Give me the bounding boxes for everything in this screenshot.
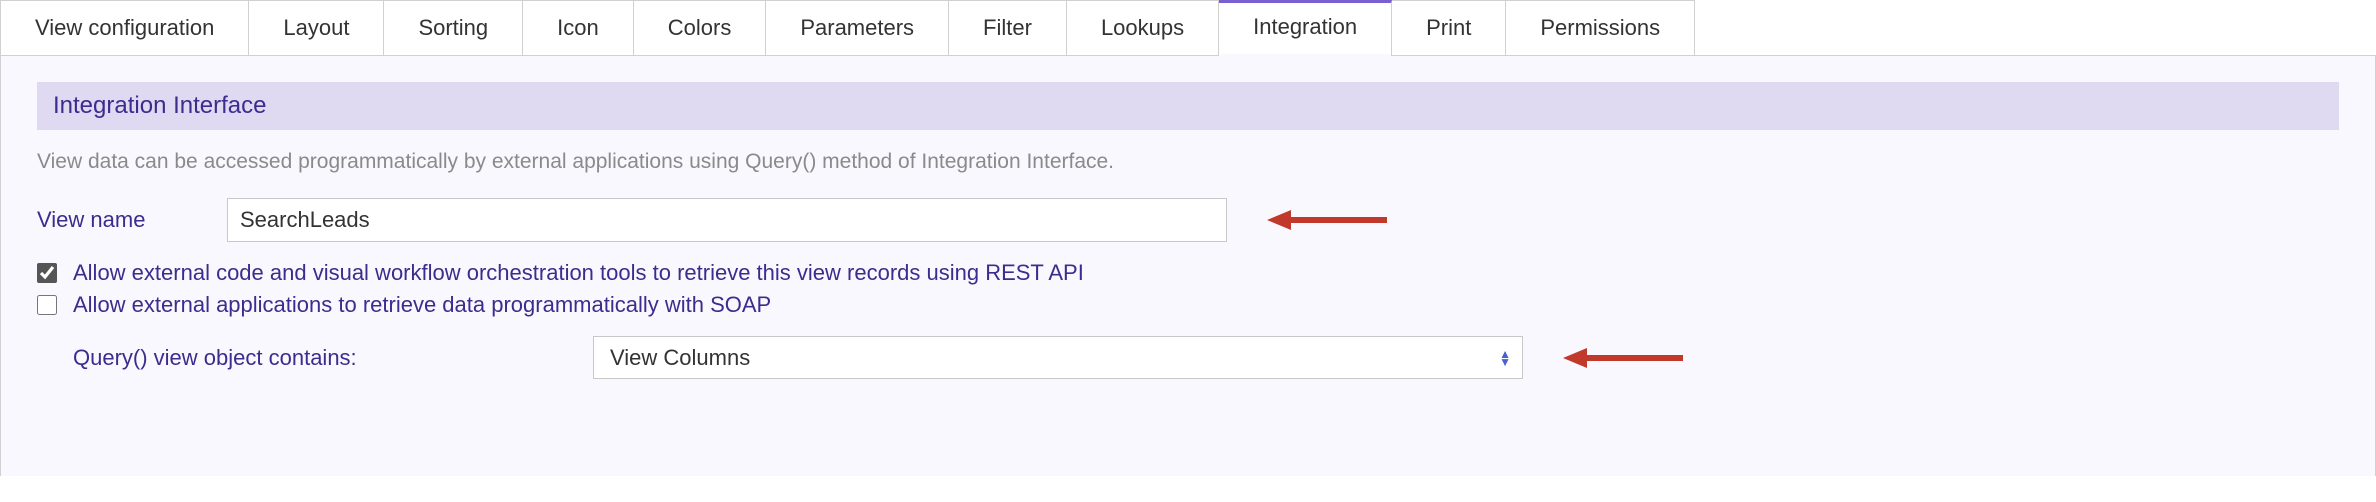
view-name-input[interactable] <box>227 198 1227 242</box>
view-name-row: View name <box>37 198 2339 242</box>
query-select-wrap: View Columns ▲▼ <box>593 336 1523 379</box>
tab-colors[interactable]: Colors <box>634 0 767 55</box>
checkbox-soap-row: Allow external applications to retrieve … <box>37 292 2339 318</box>
tab-sorting[interactable]: Sorting <box>384 0 523 55</box>
tab-view-configuration[interactable]: View configuration <box>0 0 249 55</box>
tab-icon[interactable]: Icon <box>523 0 634 55</box>
tab-parameters[interactable]: Parameters <box>766 0 949 55</box>
tab-integration[interactable]: Integration <box>1219 0 1392 55</box>
tab-permissions[interactable]: Permissions <box>1506 0 1695 55</box>
checkbox-rest-label: Allow external code and visual workflow … <box>73 260 1084 286</box>
tab-print[interactable]: Print <box>1392 0 1506 55</box>
section-header: Integration Interface <box>37 82 2339 130</box>
query-label: Query() view object contains: <box>73 345 593 371</box>
tab-lookups[interactable]: Lookups <box>1067 0 1219 55</box>
integration-panel: Integration Interface View data can be a… <box>0 56 2376 476</box>
tab-filter[interactable]: Filter <box>949 0 1067 55</box>
tab-strip: View configuration Layout Sorting Icon C… <box>0 0 2376 56</box>
checkbox-rest[interactable] <box>37 263 57 283</box>
checkbox-rest-row: Allow external code and visual workflow … <box>37 260 2339 286</box>
checkbox-soap-label: Allow external applications to retrieve … <box>73 292 771 318</box>
view-name-label: View name <box>37 207 227 233</box>
query-select[interactable]: View Columns <box>593 336 1523 379</box>
arrow-icon <box>1267 207 1387 233</box>
query-row: Query() view object contains: View Colum… <box>73 336 2339 379</box>
checkbox-soap[interactable] <box>37 295 57 315</box>
section-description: View data can be accessed programmatical… <box>37 150 2339 174</box>
arrow-icon <box>1563 345 1683 371</box>
tab-layout[interactable]: Layout <box>249 0 384 55</box>
